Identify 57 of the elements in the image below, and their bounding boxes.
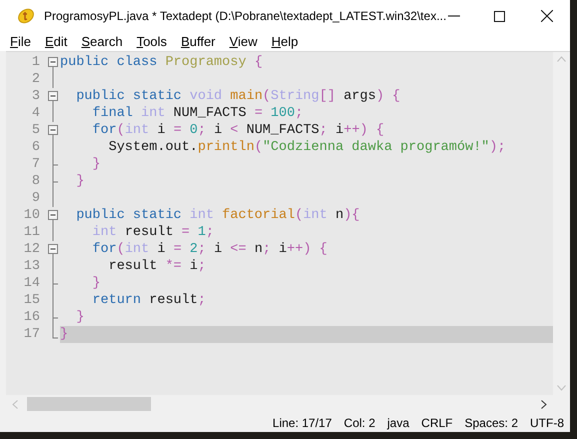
line-number: 5 <box>30 124 40 138</box>
fold-toggle-icon[interactable] <box>48 88 59 105</box>
menu-item[interactable]: Tools <box>136 35 167 48</box>
code-line: } <box>60 328 68 342</box>
line-number: 4 <box>30 106 40 120</box>
line-number: 16 <box>22 310 40 324</box>
code-line: for(int i = 2; i <= n; i++) { <box>91 242 328 256</box>
scroll-right-icon[interactable] <box>541 400 547 408</box>
status-text: CRLF <box>421 414 453 432</box>
status-text: Line: 17/17 <box>272 414 332 432</box>
close-icon[interactable] <box>541 10 553 22</box>
menu-item[interactable]: Buffer <box>180 35 216 48</box>
code-line: } <box>91 276 101 290</box>
line-number: 8 <box>30 174 40 188</box>
status-text: Col: 2 <box>344 414 376 432</box>
code-line: int result = 1; <box>91 226 214 240</box>
fold-toggle-icon[interactable] <box>48 122 59 139</box>
app-logo-icon <box>16 6 36 26</box>
code-line: public static int factorial(int n){ <box>75 208 360 222</box>
menu-item[interactable]: View <box>229 35 258 48</box>
menu-item[interactable]: Search <box>81 35 123 48</box>
line-number: 6 <box>30 140 40 154</box>
status-text: UTF-8 <box>530 414 564 432</box>
code-line: public static void main(String[] args) { <box>75 90 400 104</box>
scrollbar-thumb[interactable] <box>27 397 151 411</box>
code-line: } <box>75 310 84 324</box>
fold-toggle-icon[interactable] <box>48 54 59 71</box>
code-line: for(int i = 0; i < NUM_FACTS; i++) { <box>91 124 384 138</box>
code-line: final int NUM_FACTS = 100; <box>91 106 304 120</box>
line-number: 1 <box>30 56 40 70</box>
status-text: java <box>387 414 410 432</box>
line-number: 13 <box>22 260 40 274</box>
menu-item[interactable]: File <box>10 35 31 48</box>
code-line: result *= i; <box>108 260 206 274</box>
minimize-icon[interactable] <box>448 15 460 17</box>
line-number: 12 <box>22 242 40 256</box>
fold-toggle-icon[interactable] <box>48 241 59 258</box>
status-text: Spaces: 2 <box>464 414 518 432</box>
code-line: System.out.println("Codzienna dawka programów!"); <box>108 140 506 154</box>
line-number: 3 <box>30 90 40 104</box>
line-number: 14 <box>22 276 40 290</box>
line-number: 10 <box>22 208 40 222</box>
code-line: } <box>91 158 101 172</box>
code-line: } <box>75 174 84 188</box>
line-number: 9 <box>30 192 40 206</box>
code-line: return result; <box>91 294 206 308</box>
line-number: 7 <box>30 158 40 172</box>
line-number: 2 <box>30 72 40 86</box>
fold-toggle-icon[interactable] <box>48 207 59 224</box>
window-title: ProgramosyPL.java * Textadept (D:\Pobrane\textadept_LATEST.win32\tex... <box>44 8 446 25</box>
maximize-icon[interactable] <box>494 10 505 22</box>
code-line: public class Programosy { <box>60 56 263 70</box>
menu-item[interactable]: Help <box>271 35 298 48</box>
line-number: 11 <box>22 226 40 240</box>
line-number: 15 <box>22 294 40 308</box>
menu-item[interactable]: Edit <box>44 35 68 48</box>
line-number: 17 <box>22 328 40 342</box>
